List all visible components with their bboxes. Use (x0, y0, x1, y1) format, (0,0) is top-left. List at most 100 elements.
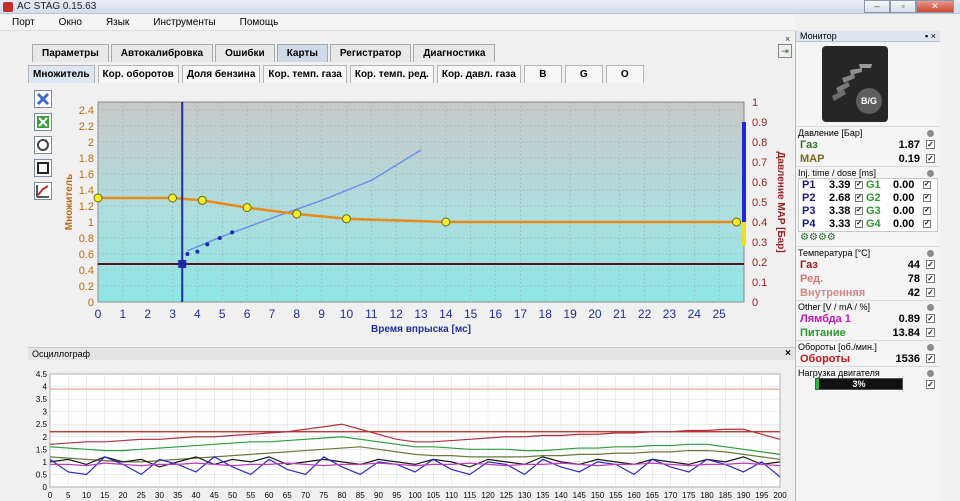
subtab-b[interactable]: B (523, 65, 562, 83)
menu-language[interactable]: Язык (94, 17, 141, 28)
osc-x-tick: 185 (719, 491, 733, 500)
y-tick-label: 0.2 (79, 281, 94, 293)
inj-p1-checkbox[interactable]: ✓ (855, 181, 863, 189)
osc-x-tick: 125 (500, 491, 514, 500)
inj-p2-checkbox[interactable]: ✓ (855, 194, 863, 202)
osc-x-tick: 135 (536, 491, 550, 500)
tab-autocalibration[interactable]: Автокалибровка (110, 44, 214, 62)
map-toolbar (34, 90, 54, 205)
osc-x-tick: 60 (265, 491, 274, 500)
inj-g2-checkbox[interactable]: ✓ (923, 194, 931, 202)
load-section-label: Нагрузка двигателя (796, 366, 940, 378)
other-row-power: Питание 13.84 ✓ (800, 327, 935, 339)
osc-y-tick: 4 (43, 383, 48, 392)
menu-window[interactable]: Окно (47, 17, 94, 28)
menu-port[interactable]: Порт (0, 17, 47, 28)
subtab-multiplier[interactable]: Множитель (28, 65, 95, 83)
x-tick-label: 12 (389, 307, 403, 321)
x-tick-label: 13 (414, 307, 428, 321)
menu-tools[interactable]: Инструменты (141, 17, 227, 28)
power-checkbox[interactable]: ✓ (926, 328, 935, 337)
temp-row-gas: Газ 44 ✓ (800, 259, 935, 271)
tab-diagnostics[interactable]: Диагностика (413, 44, 496, 62)
oscilloscope-close-icon[interactable]: × (785, 348, 791, 359)
multiplier-chart[interactable]: 0 1 2 3 4 5 6 7 8 9 10 11 12 13 14 15 16 17 18 19 20 21 22 23 24… (58, 92, 790, 337)
other-section-label: Other [V / mA / %] (796, 300, 940, 312)
x-tick-label: 20 (588, 307, 602, 321)
clear-icon[interactable] (34, 159, 52, 177)
inj-g4-checkbox[interactable]: ✓ (923, 220, 931, 228)
x-tick-label: 17 (514, 307, 528, 321)
temp-section-label: Температура [°C] (796, 246, 940, 258)
exit-icon[interactable]: ⇥ (778, 44, 792, 58)
osc-x-tick: 35 (173, 491, 182, 500)
other-row-lambda: Лямбда 1 0.89 ✓ (800, 313, 935, 325)
y-right-tick-label: 0.4 (752, 217, 767, 229)
injector-row: P2 2.68 ✓ G2 0.00 ✓ (802, 192, 931, 204)
inj-g3-checkbox[interactable]: ✓ (923, 207, 931, 215)
osc-x-tick: 165 (646, 491, 660, 500)
osc-x-tick: 115 (463, 491, 476, 500)
monitor-controls[interactable]: ▪ × (925, 31, 936, 41)
x-tick-label: 19 (563, 307, 577, 321)
chart-icon[interactable] (34, 182, 52, 200)
osc-x-tick: 70 (301, 491, 310, 500)
osc-x-tick: 55 (246, 491, 255, 500)
x-tick-label: 5 (219, 307, 226, 321)
subtab-gasoline-share[interactable]: Доля бензина (181, 65, 261, 83)
inj-p3-checkbox[interactable]: ✓ (855, 207, 863, 215)
cross-icon[interactable] (34, 90, 52, 108)
subtab-o[interactable]: O (605, 65, 644, 83)
save-icon[interactable] (34, 113, 52, 131)
inj-g1-checkbox[interactable]: ✓ (923, 181, 931, 189)
multiplier-point (242, 203, 252, 213)
injector-row: P3 3.38 ✓ G3 0.00 ✓ (802, 205, 931, 217)
monitor-title: Монитор (800, 31, 837, 41)
inj-p4-checkbox[interactable]: ✓ (855, 220, 863, 228)
menu-help[interactable]: Помощь (228, 17, 291, 28)
x-tick-label: 16 (489, 307, 503, 321)
maps-panel-close-icon[interactable]: × (785, 34, 790, 44)
pressure-map-checkbox[interactable]: ✓ (926, 154, 935, 163)
osc-x-tick: 50 (228, 491, 237, 500)
tab-errors[interactable]: Ошибки (215, 44, 275, 62)
tab-maps[interactable]: Карты (276, 44, 328, 62)
rpm-checkbox[interactable]: ✓ (926, 354, 935, 363)
subtab-reducer-temp-correction[interactable]: Кор. темп. ред. (349, 65, 434, 83)
multiplier-point (441, 217, 451, 227)
osc-x-tick: 190 (737, 491, 751, 500)
y-tick-label: 2 (88, 137, 94, 149)
temp-internal-checkbox[interactable]: ✓ (926, 288, 935, 297)
subtab-rpm-correction[interactable]: Кор. оборотов (97, 65, 179, 83)
temp-gas-checkbox[interactable]: ✓ (926, 260, 935, 269)
multiplier-point (732, 217, 742, 227)
lambda-checkbox[interactable]: ✓ (926, 314, 935, 323)
osc-x-tick: 15 (100, 491, 109, 500)
rpm-section-label: Обороты [об./мин.] (796, 340, 940, 352)
minimize-button[interactable]: ‒ (864, 0, 890, 13)
subtab-gas-temp-correction[interactable]: Кор. темп. газа (263, 65, 347, 83)
refresh-icon[interactable] (34, 136, 52, 154)
restore-button[interactable]: ▫ (890, 0, 916, 13)
y-right-tick-label: 0.5 (752, 197, 767, 209)
osc-x-tick: 155 (609, 491, 623, 500)
temp-reducer-checkbox[interactable]: ✓ (926, 274, 935, 283)
close-button[interactable]: ✕ (916, 0, 954, 13)
subtab-g[interactable]: G (564, 65, 603, 83)
y-right-tick-label: 0 (752, 297, 758, 309)
multiplier-point (93, 193, 103, 203)
load-checkbox[interactable]: ✓ (926, 380, 935, 389)
x-tick-label: 0 (95, 307, 102, 321)
subtab-gas-pressure-correction[interactable]: Кор. давл. газа (436, 65, 521, 83)
tab-recorder[interactable]: Регистратор (329, 44, 412, 62)
osc-x-tick: 180 (700, 491, 714, 500)
x-tick-label: 9 (318, 307, 325, 321)
osc-x-tick: 105 (427, 491, 441, 500)
menu-bar: Порт Окно Язык Инструменты Помощь (0, 14, 795, 31)
inj-section-label: Inj. time / dose [ms] (796, 166, 940, 178)
osc-x-tick: 160 (627, 491, 641, 500)
y-tick-label: 1 (88, 217, 94, 229)
osc-y-tick: 3.5 (36, 395, 48, 404)
tab-parameters[interactable]: Параметры (32, 44, 109, 62)
pressure-gas-checkbox[interactable]: ✓ (926, 140, 935, 149)
